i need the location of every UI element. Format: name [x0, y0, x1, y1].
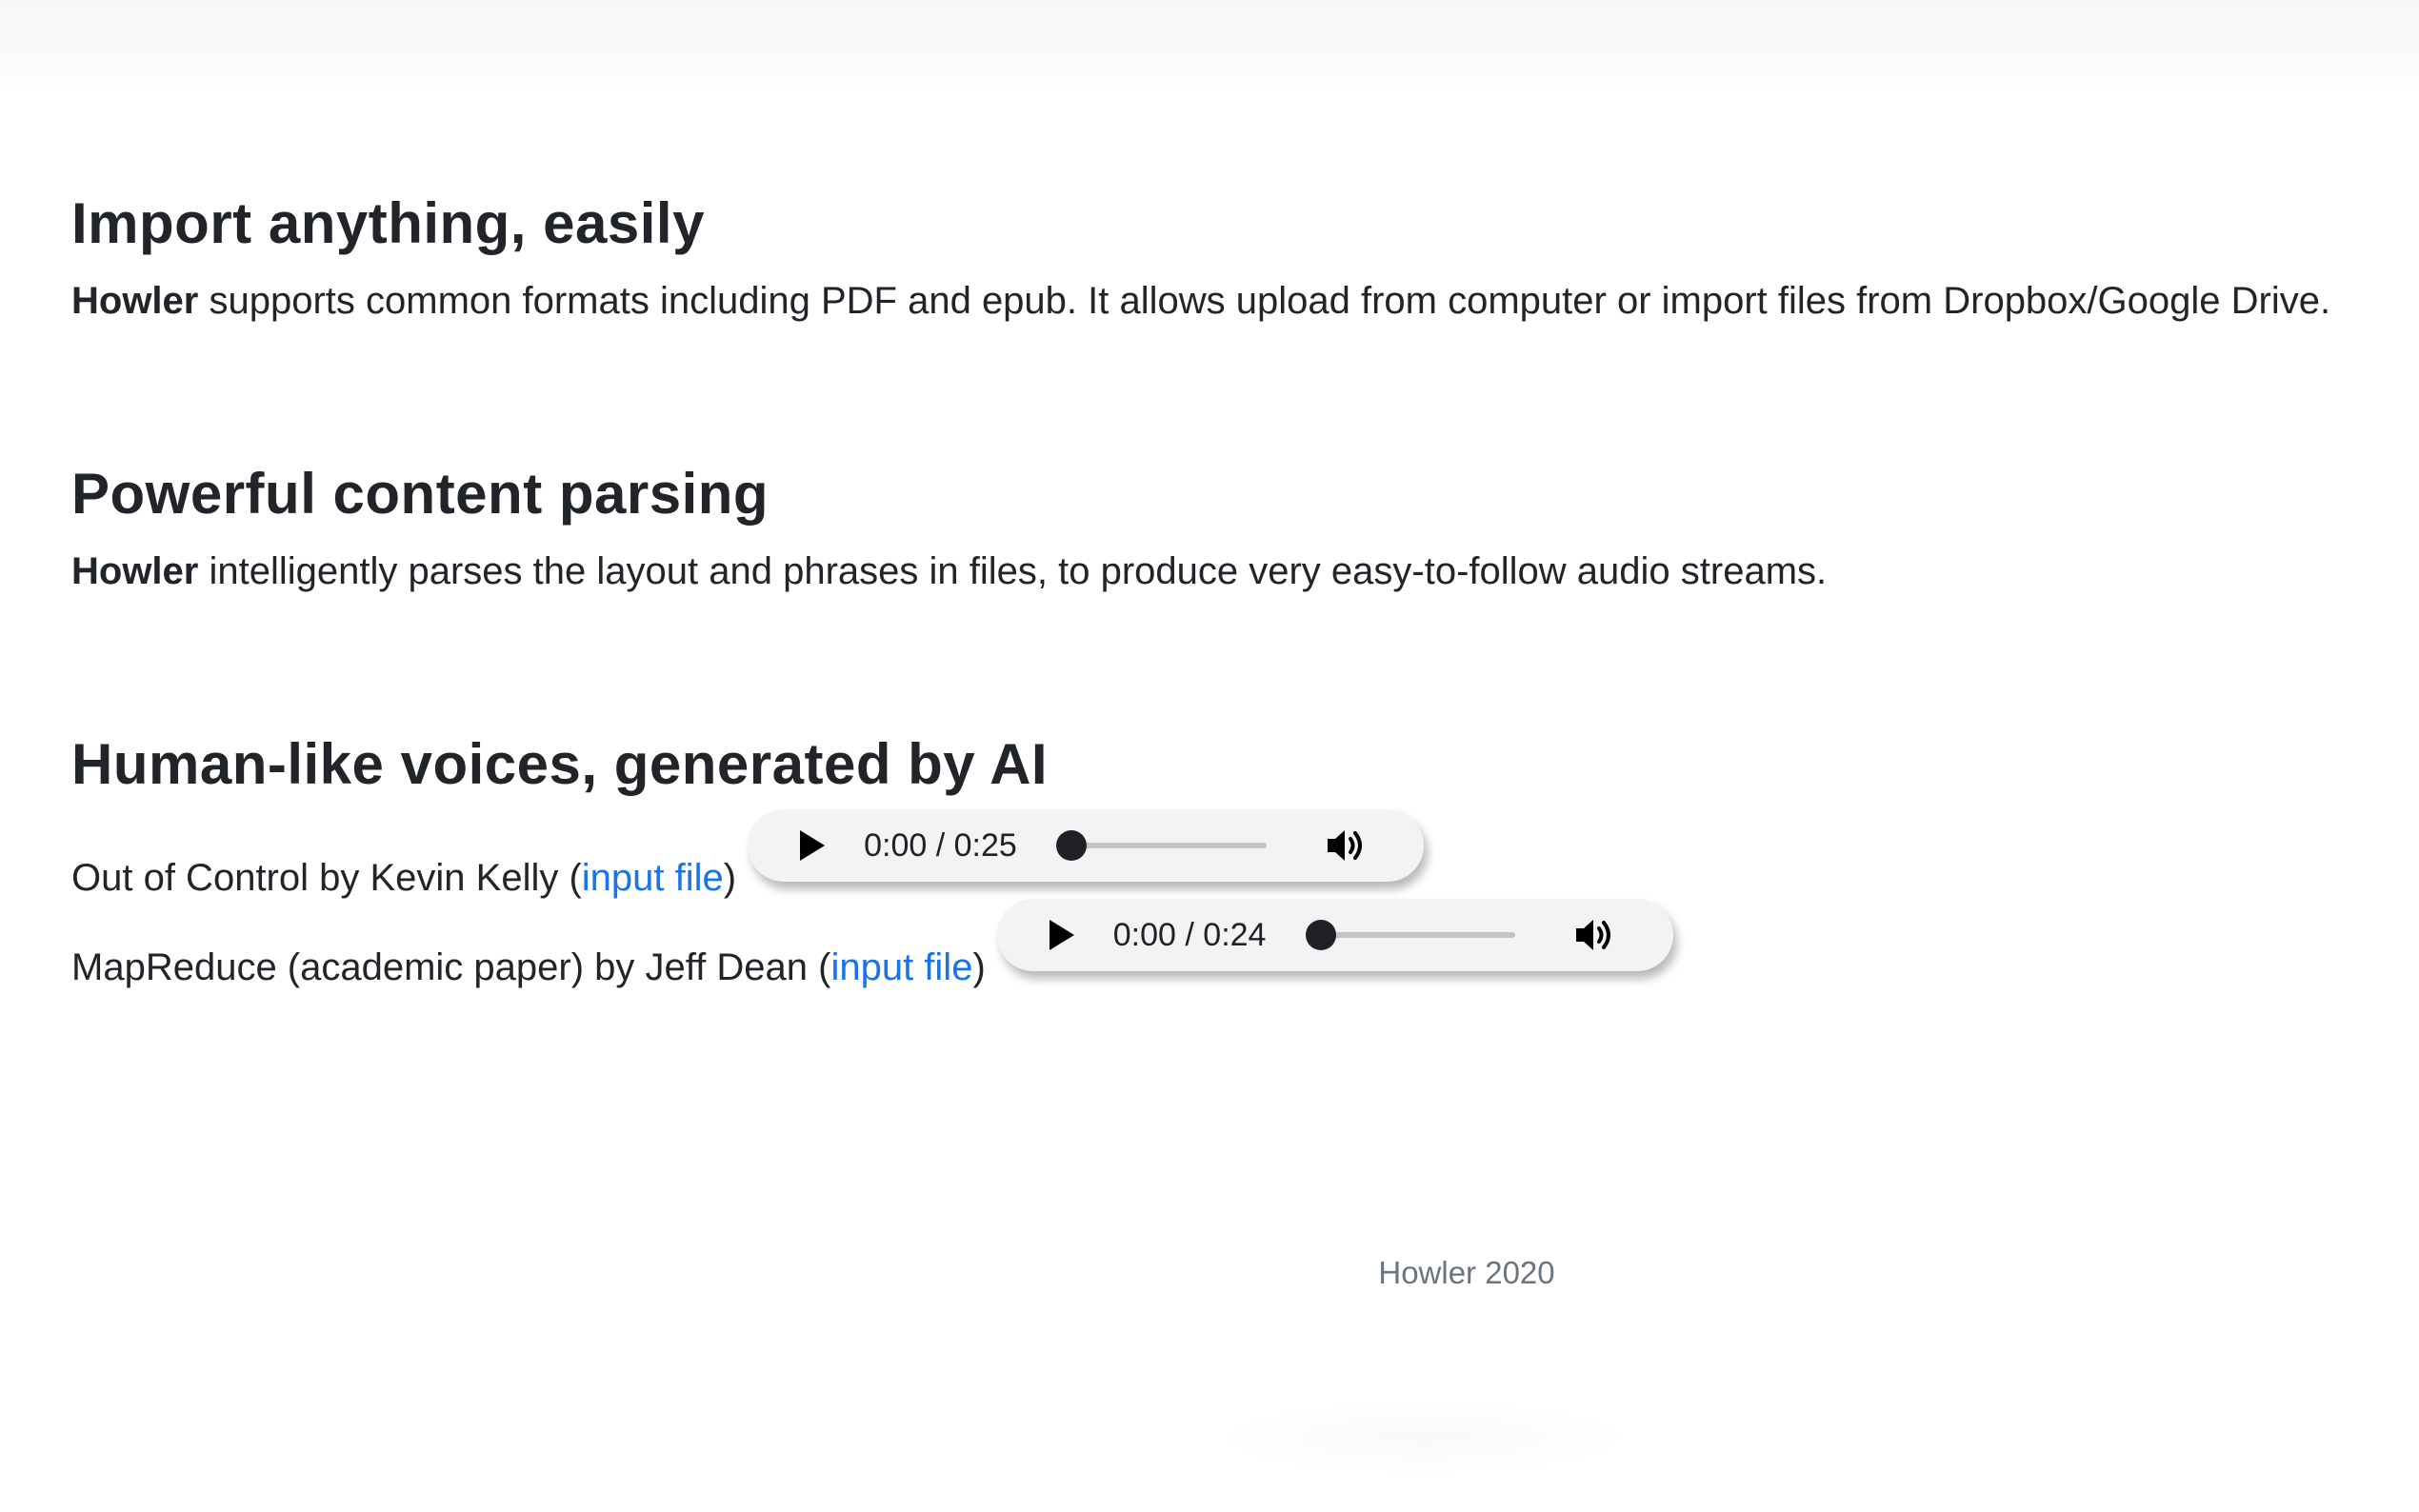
play-button[interactable] [1047, 918, 1077, 952]
time-display: 0:00 / 0:24 [1112, 917, 1267, 953]
sample-title: Out of Control by Kevin Kelly ( [71, 857, 582, 899]
brand-name: Howler [71, 550, 199, 592]
volume-button[interactable] [1574, 914, 1616, 956]
seek-bar[interactable] [1056, 830, 1267, 861]
input-file-link[interactable]: input file [830, 946, 972, 988]
section-body-text: supports common formats including PDF an… [198, 280, 2331, 322]
section-parsing: Powerful content parsing Howler intellig… [71, 461, 1827, 596]
volume-icon [1576, 920, 1611, 950]
brand-name: Howler [71, 280, 199, 322]
section-body: Howler supports common formats including… [71, 276, 2330, 326]
volume-icon [1327, 830, 1362, 861]
section-heading: Powerful content parsing [71, 462, 770, 526]
play-icon [1049, 920, 1074, 950]
volume-button[interactable] [1326, 825, 1368, 866]
seek-handle[interactable] [1056, 830, 1088, 861]
footer-text: Howler 2020 [1378, 1255, 1555, 1290]
section-heading: Import anything, easily [71, 191, 705, 255]
bottom-shade [1210, 1400, 1638, 1476]
audio-player: 0:00 / 0:25 [748, 809, 1425, 882]
sample-row: MapReduce (academic paper) by Jeff Dean … [71, 899, 1673, 988]
section-voices: Human-like voices, generated by AI [71, 731, 1048, 798]
sample-title: MapReduce (academic paper) by Jeff Dean … [71, 946, 831, 988]
sample-row: Out of Control by Kevin Kelly (input fil… [71, 809, 1425, 899]
seek-bar[interactable] [1305, 920, 1516, 950]
seek-handle[interactable] [1305, 920, 1336, 950]
time-display: 0:00 / 0:25 [864, 827, 1017, 864]
audio-player: 0:00 / 0:24 [996, 899, 1673, 971]
input-file-link[interactable]: input file [582, 857, 724, 899]
sample-label: Out of Control by Kevin Kelly (input fil… [71, 853, 736, 903]
section-body-text: intelligently parses the layout and phra… [198, 550, 1828, 592]
section-heading: Human-like voices, generated by AI [71, 732, 1049, 796]
sample-close-paren: ) [723, 857, 737, 899]
play-button[interactable] [797, 828, 828, 863]
section-body: Howler intelligently parses the layout a… [71, 547, 1827, 596]
sample-label: MapReduce (academic paper) by Jeff Dean … [71, 943, 986, 992]
sample-close-paren: ) [972, 946, 986, 988]
section-import: Import anything, easily Howler supports … [71, 190, 2330, 326]
top-shade [0, 0, 2419, 95]
play-icon [800, 830, 826, 861]
